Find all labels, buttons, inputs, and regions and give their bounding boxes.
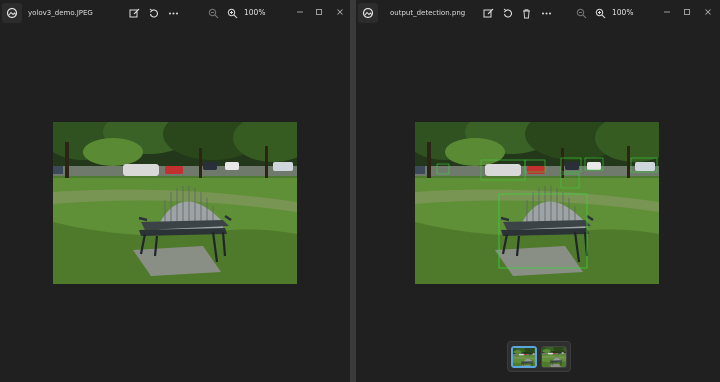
maximize-icon[interactable] — [681, 5, 693, 19]
zoom-in-icon[interactable] — [225, 6, 239, 20]
zoom-level: 100% — [612, 8, 634, 17]
zoom-in-icon[interactable] — [593, 6, 607, 20]
edit-icon[interactable] — [127, 6, 141, 20]
delete-icon[interactable] — [519, 6, 533, 20]
close-icon[interactable] — [702, 5, 714, 19]
thumbnail-yolov3-demo[interactable] — [541, 346, 567, 368]
photos-app-icon — [358, 3, 378, 23]
photos-window-left: yolov3_demo.JPEG 100% — [0, 0, 351, 382]
photos-window-right: output_detection.png 100% — [355, 0, 720, 382]
photo-park-bench — [53, 122, 297, 284]
photo-detection-output — [415, 122, 659, 284]
detection-box-car — [560, 157, 582, 173]
thumbnail-output-detection[interactable] — [511, 346, 537, 368]
window-filename: output_detection.png — [390, 9, 466, 17]
detection-box-bench — [498, 193, 588, 269]
close-icon[interactable] — [334, 5, 346, 19]
maximize-icon[interactable] — [313, 5, 325, 19]
zoom-level: 100% — [244, 8, 266, 17]
detection-box-car — [436, 163, 450, 175]
more-icon[interactable] — [166, 6, 180, 20]
zoom-out-icon[interactable] — [574, 6, 588, 20]
minimize-icon[interactable] — [661, 5, 673, 19]
window-filename: yolov3_demo.JPEG — [28, 9, 93, 17]
detection-box-car — [630, 157, 658, 173]
zoom-out-icon[interactable] — [206, 6, 220, 20]
minimize-icon[interactable] — [294, 5, 306, 19]
photos-app-icon — [2, 3, 22, 23]
detection-box-car — [584, 157, 604, 171]
detection-box-car — [524, 159, 546, 173]
detection-box-car — [480, 159, 526, 181]
detection-box-bench — [560, 173, 580, 189]
edit-icon[interactable] — [481, 6, 495, 20]
more-icon[interactable] — [539, 6, 553, 20]
filmstrip — [507, 341, 571, 372]
rotate-icon[interactable] — [146, 6, 160, 20]
rotate-icon[interactable] — [500, 6, 514, 20]
